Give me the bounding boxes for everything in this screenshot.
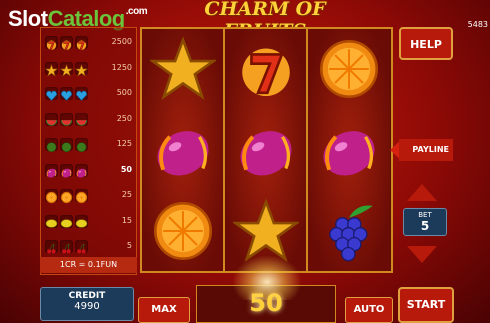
paytable-value: 1250 bbox=[111, 62, 132, 72]
bet-display: BET 5 bbox=[403, 208, 447, 236]
watermelon-icon bbox=[60, 112, 73, 126]
score-readout: 5483 bbox=[467, 20, 488, 29]
plum-icon bbox=[45, 163, 58, 178]
paytable-value: 25 bbox=[121, 190, 132, 199]
paytable-value: 250 bbox=[116, 113, 132, 123]
help-button[interactable]: HELP bbox=[399, 27, 453, 60]
bet-value: 5 bbox=[420, 219, 430, 233]
credit-value: 4990 bbox=[74, 301, 100, 312]
paytable-row: 1250 bbox=[41, 58, 136, 80]
plum-icon bbox=[308, 110, 390, 190]
grapes-icon bbox=[308, 191, 390, 271]
reel-3 bbox=[308, 29, 390, 271]
cherry-icon bbox=[75, 240, 88, 254]
orange-icon bbox=[60, 189, 73, 204]
seven-icon bbox=[75, 36, 88, 50]
max-bet-button[interactable]: MAX bbox=[138, 297, 190, 323]
paytable-row: 5 bbox=[41, 236, 136, 258]
orange-icon bbox=[308, 29, 390, 109]
reels-area bbox=[140, 27, 393, 273]
green-fruit-icon bbox=[45, 138, 58, 153]
paytable-symbols bbox=[45, 112, 88, 126]
paytable: 2500 1250 500 250 125 50 25 15 5 bbox=[40, 27, 137, 275]
paytable-row: 500 bbox=[41, 83, 136, 105]
paytable-row: 25 bbox=[41, 185, 136, 207]
plum-icon bbox=[225, 110, 307, 190]
paytable-row: 2500 bbox=[41, 32, 136, 54]
heart-gem-icon bbox=[75, 87, 88, 101]
star-icon bbox=[59, 61, 74, 77]
orange-icon bbox=[75, 189, 88, 204]
seven-icon bbox=[45, 36, 58, 50]
paytable-value: 50 bbox=[120, 164, 132, 174]
win-burst-effect bbox=[232, 255, 302, 300]
cherry-icon bbox=[45, 240, 58, 254]
start-button[interactable]: START bbox=[398, 287, 454, 323]
green-fruit-icon bbox=[60, 138, 73, 153]
reel-divider bbox=[306, 29, 308, 271]
heart-gem-icon bbox=[45, 87, 58, 101]
credit-display: CREDIT 4990 bbox=[40, 287, 134, 321]
paytable-symbols bbox=[45, 138, 88, 153]
paytable-symbols bbox=[45, 36, 88, 50]
plum-icon bbox=[75, 163, 88, 178]
watermark-suffix: .com bbox=[125, 6, 148, 17]
lemon-icon bbox=[45, 214, 58, 228]
paytable-symbols bbox=[45, 87, 88, 101]
paytable-value: 125 bbox=[116, 139, 132, 148]
orange-icon bbox=[142, 191, 224, 271]
watermelon-icon bbox=[45, 112, 58, 126]
reel-1 bbox=[142, 29, 224, 271]
credit-rate: 1CR = 0.1FUN bbox=[40, 257, 137, 273]
star-icon bbox=[74, 61, 89, 77]
star-icon bbox=[44, 61, 59, 77]
reel-divider bbox=[223, 29, 225, 271]
payline-button[interactable]: PAYLINE bbox=[399, 139, 453, 161]
bet-increase-icon[interactable] bbox=[407, 184, 437, 201]
lemon-icon bbox=[75, 214, 88, 228]
plum-icon bbox=[142, 110, 224, 190]
paytable-symbols bbox=[45, 214, 88, 228]
paytable-row: 50 bbox=[41, 160, 136, 182]
heart-gem-icon bbox=[60, 87, 73, 101]
paytable-value: 500 bbox=[116, 88, 132, 97]
paytable-row: 15 bbox=[41, 211, 136, 233]
seven-icon bbox=[225, 29, 307, 109]
paytable-symbols bbox=[45, 163, 88, 178]
plum-icon bbox=[60, 163, 73, 178]
paytable-symbols bbox=[44, 61, 89, 77]
seven-icon bbox=[60, 36, 73, 50]
green-fruit-icon bbox=[75, 138, 88, 153]
autoplay-button[interactable]: AUTO bbox=[345, 297, 393, 323]
watermelon-icon bbox=[75, 112, 88, 126]
credit-label: CREDIT bbox=[68, 291, 106, 301]
lemon-icon bbox=[60, 214, 73, 228]
cherry-icon bbox=[60, 240, 73, 254]
paytable-symbols bbox=[45, 240, 88, 254]
star-icon bbox=[142, 29, 224, 109]
orange-icon bbox=[45, 189, 58, 204]
paytable-value: 15 bbox=[121, 215, 132, 225]
paytable-row: 250 bbox=[41, 109, 136, 131]
paytable-value: 5 bbox=[126, 241, 132, 250]
paytable-value: 2500 bbox=[111, 37, 132, 46]
bet-label: BET bbox=[418, 211, 432, 219]
paytable-symbols bbox=[45, 189, 88, 204]
reel-2 bbox=[225, 29, 307, 271]
bet-decrease-icon[interactable] bbox=[407, 246, 437, 263]
paytable-row: 125 bbox=[41, 134, 136, 156]
